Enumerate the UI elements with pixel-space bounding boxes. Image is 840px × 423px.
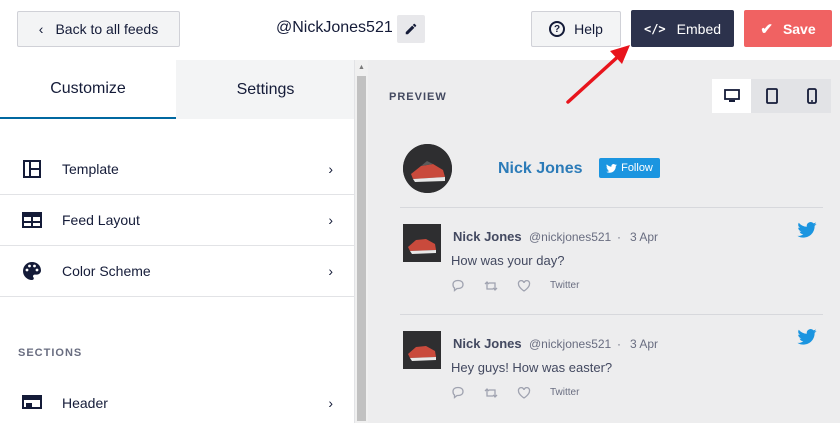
save-button[interactable]: ✔ Save xyxy=(744,10,832,47)
sidebar-item-feed-layout[interactable]: Feed Layout › xyxy=(0,195,354,246)
sidebar-item-color-scheme[interactable]: Color Scheme › xyxy=(0,246,354,297)
chevron-right-icon: › xyxy=(328,161,333,177)
tweet-separator: · xyxy=(617,337,621,351)
chevron-left-icon: ‹ xyxy=(38,21,44,37)
retweet-icon[interactable] xyxy=(484,280,498,292)
code-icon: </> xyxy=(643,21,666,36)
save-button-label: Save xyxy=(782,20,816,37)
sidebar-item-label: Template xyxy=(62,161,119,177)
device-switcher xyxy=(712,79,831,113)
sidebar-item-label: Feed Layout xyxy=(62,212,140,228)
tweet-separator: · xyxy=(617,230,621,244)
sidebar-item-label: Color Scheme xyxy=(62,263,151,279)
annotation-arrow-icon xyxy=(566,45,630,104)
desktop-icon xyxy=(723,89,740,102)
chevron-right-icon: › xyxy=(328,212,333,228)
feed-name: @NickJones521 xyxy=(276,19,393,36)
tweet-avatar xyxy=(403,224,441,262)
sections-heading: SECTIONS xyxy=(18,347,83,359)
embed-button-label: Embed xyxy=(676,20,722,37)
pencil-icon xyxy=(405,23,417,35)
sidebar-tabs: Customize Settings xyxy=(0,60,354,119)
edit-feed-name-button[interactable] xyxy=(397,15,425,43)
embed-button[interactable]: </> Embed xyxy=(631,10,734,47)
tweet-date[interactable]: 3 Apr xyxy=(630,337,658,351)
tweet-item: Nick Jones @nickjones521 · 3 Apr Hey guy… xyxy=(400,314,823,421)
profile-name[interactable]: Nick Jones xyxy=(498,160,582,178)
reply-icon[interactable] xyxy=(451,279,465,292)
tweet-actions: Twitter xyxy=(451,386,579,399)
sidebar-scrollbar[interactable]: ▲ xyxy=(355,60,368,423)
sidebar-item-template[interactable]: Template › xyxy=(0,144,354,195)
twitter-bird-icon[interactable] xyxy=(797,329,817,345)
mobile-icon xyxy=(806,88,817,104)
back-button-label: Back to all feeds xyxy=(55,21,159,37)
mobile-view-button[interactable] xyxy=(792,79,831,113)
feed-layout-icon xyxy=(22,210,42,230)
twitter-bird-icon[interactable] xyxy=(797,222,817,238)
twitter-link[interactable]: Twitter xyxy=(550,280,579,291)
palette-icon xyxy=(22,261,42,281)
twitter-bird-icon xyxy=(606,163,617,173)
tweet-actions: Twitter xyxy=(451,279,579,292)
desktop-view-button[interactable] xyxy=(712,79,751,113)
profile-avatar xyxy=(403,144,452,193)
chevron-right-icon: › xyxy=(328,394,333,411)
check-icon: ✔ xyxy=(760,20,773,38)
tweet-author-handle[interactable]: @nickjones521 xyxy=(529,337,611,351)
twitter-link[interactable]: Twitter xyxy=(550,387,579,398)
like-icon[interactable] xyxy=(517,279,531,292)
scrollbar-thumb[interactable] xyxy=(357,76,366,421)
top-bar: ‹ Back to all feeds @NickJones521 ? Help… xyxy=(0,0,840,60)
customizer-sidebar: Customize Settings Template › Feed Layou… xyxy=(0,60,355,423)
follow-button[interactable]: Follow xyxy=(599,158,660,178)
tablet-view-button[interactable] xyxy=(752,79,791,113)
tweet-item: Nick Jones @nickjones521 · 3 Apr How was… xyxy=(400,207,823,314)
tweet-author-name[interactable]: Nick Jones xyxy=(453,229,522,244)
reply-icon[interactable] xyxy=(451,386,465,399)
sidebar-item-header[interactable]: Header › xyxy=(0,377,354,423)
tweet-author-name[interactable]: Nick Jones xyxy=(453,336,522,351)
back-to-feeds-button[interactable]: ‹ Back to all feeds xyxy=(17,11,180,47)
like-icon[interactable] xyxy=(517,386,531,399)
preview-panel: PREVIEW Nick Jones Follow Nick Jones @ni xyxy=(368,60,840,423)
scroll-up-arrow-icon[interactable]: ▲ xyxy=(355,64,368,71)
tweet-text: How was your day? xyxy=(451,253,565,268)
sidebar-item-label: Header xyxy=(62,394,108,411)
tweet-author-handle[interactable]: @nickjones521 xyxy=(529,230,611,244)
template-icon xyxy=(22,159,42,179)
preview-heading: PREVIEW xyxy=(389,91,447,103)
tab-settings[interactable]: Settings xyxy=(176,60,354,119)
tweet-avatar xyxy=(403,331,441,369)
header-icon xyxy=(22,393,42,413)
tablet-icon xyxy=(765,88,778,104)
retweet-icon[interactable] xyxy=(484,387,498,399)
chevron-right-icon: › xyxy=(328,263,333,279)
tab-customize[interactable]: Customize xyxy=(0,60,176,119)
follow-button-label: Follow xyxy=(621,162,653,174)
tweet-date[interactable]: 3 Apr xyxy=(630,230,658,244)
tweet-text: Hey guys! How was easter? xyxy=(451,360,613,375)
